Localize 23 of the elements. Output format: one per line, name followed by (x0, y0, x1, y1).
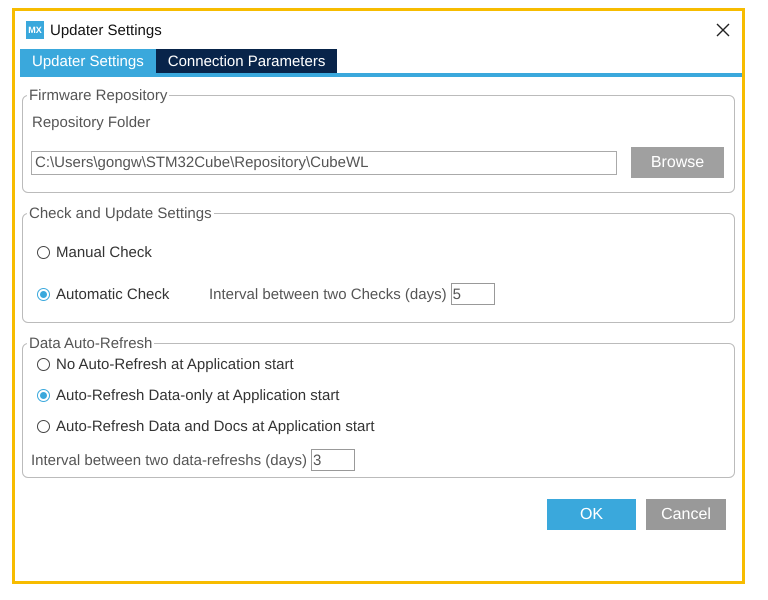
close-icon[interactable] (716, 23, 730, 37)
folder-field[interactable]: C:\Users\gongw\STM32Cube\Repository\CubeWL (31, 150, 617, 174)
radio-button[interactable] (37, 420, 50, 433)
radio-button[interactable] (37, 358, 50, 371)
interval-field[interactable]: 5 (450, 283, 495, 305)
radio-label: No Auto-Refresh at Application start (56, 356, 294, 373)
app-logo: MX (26, 21, 44, 39)
window-title: Updater Settings (50, 22, 163, 38)
radio-button[interactable] (37, 288, 50, 300)
field-label: Repository Folder (32, 114, 152, 131)
radio-button[interactable] (37, 389, 50, 402)
group-title: Check and Update Settings (28, 205, 213, 222)
radio-label: Manual Check (56, 244, 152, 260)
tab[interactable]: Connection Parameters (156, 49, 338, 73)
group-title: Firmware Repository (28, 87, 168, 104)
interval-field[interactable]: 3 (310, 449, 355, 471)
radio-label: Automatic Check (56, 286, 170, 302)
field-label: Interval between two Checks (days) (209, 286, 447, 302)
radio-label: Auto-Refresh Data and Docs at Application start (56, 418, 375, 435)
field-label: Interval between two data-refreshs (days) (31, 452, 307, 468)
radio-button[interactable] (37, 246, 50, 258)
radio-label: Auto-Refresh Data-only at Application start (56, 387, 340, 404)
group-title: Data Auto-Refresh (28, 335, 154, 352)
